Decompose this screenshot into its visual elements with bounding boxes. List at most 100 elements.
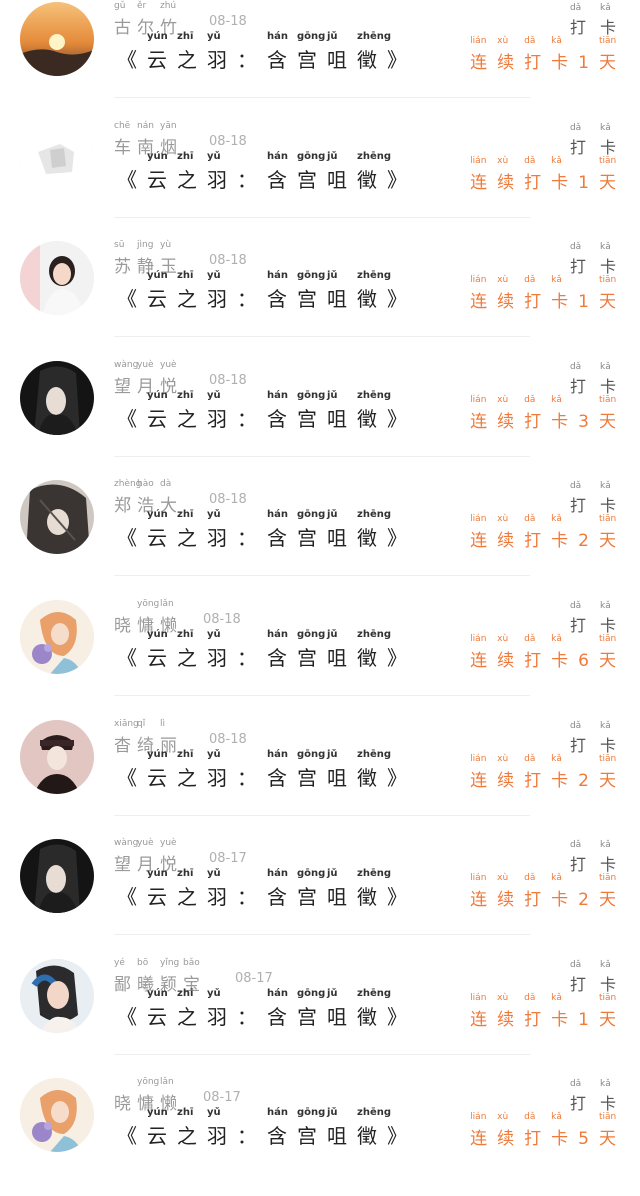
streak-pinyin: lián bbox=[470, 514, 487, 524]
label-pinyin: dǎ bbox=[569, 123, 582, 133]
anime-avatar bbox=[20, 480, 94, 554]
label-char: 打 bbox=[569, 975, 586, 994]
streak-text: lián 连 xù 续 dǎ 打 kǎ 卡 6 tiān 天 bbox=[460, 634, 616, 671]
user-avatar[interactable] bbox=[20, 839, 94, 913]
title-char: 宫 bbox=[297, 287, 317, 311]
title-char: 之 bbox=[177, 287, 197, 311]
title-pinyin: jǔ bbox=[327, 31, 338, 42]
title-pinyin: yún bbox=[147, 1107, 168, 1118]
user-avatar[interactable] bbox=[20, 2, 94, 76]
label-char: 卡 bbox=[599, 257, 616, 276]
checkin-row[interactable]: xiāng 杳 qǐ 绮 lì 丽 08-18 《 yún 云 zhī 之 yǔ 羽： hán 含 gōng 宫 j… bbox=[0, 718, 640, 838]
title-char: 之 bbox=[177, 766, 197, 790]
title-pinyin: gōng bbox=[297, 31, 326, 42]
checkin-date: 08-18 bbox=[209, 253, 247, 268]
name-char: 古 bbox=[114, 18, 131, 38]
label-char: 打 bbox=[569, 496, 586, 515]
checkin-row[interactable]: wàng 望 yuè 月 yuè 悦 08-17 《 yún 云 zhī 之 yǔ 羽： hán 含 gōng 宫… bbox=[0, 837, 640, 957]
title-char: 《 bbox=[117, 1005, 137, 1029]
user-avatar[interactable] bbox=[20, 241, 94, 315]
streak-text: lián 连 xù 续 dǎ 打 kǎ 卡 3 tiān 天 bbox=[460, 395, 616, 432]
name-char: 苏 bbox=[114, 257, 131, 277]
streak-days: 1 bbox=[578, 292, 589, 312]
checkin-date: 08-17 bbox=[209, 851, 247, 866]
book-title[interactable]: 《 yún 云 zhī 之 yǔ 羽 ： hán 含 gōng 宫 jǔ 咀 zhēng 徵》 bbox=[117, 988, 417, 1030]
streak-text: lián 连 xù 续 dǎ 打 kǎ 卡 5 tiān 天 bbox=[460, 1112, 616, 1149]
checkin-row[interactable]: 晓 yōng 慵 lǎn 懒 08-18 《 yún 云 zhī 之 yǔ 羽： hán 含 gōng 宫 jǔ 咀… bbox=[0, 598, 640, 718]
title-char: 《 bbox=[117, 526, 137, 550]
title-pinyin: zhī bbox=[177, 749, 194, 760]
streak-char: 连 bbox=[470, 412, 488, 432]
streak-pinyin: dǎ bbox=[524, 395, 536, 405]
row-divider bbox=[114, 217, 530, 218]
user-avatar[interactable] bbox=[20, 122, 94, 196]
name-pinyin: yuè bbox=[160, 838, 177, 848]
user-avatar[interactable] bbox=[20, 600, 94, 674]
streak-days: 3 bbox=[578, 412, 589, 432]
streak-pinyin: dǎ bbox=[524, 634, 536, 644]
title-char: 咀 bbox=[327, 766, 347, 790]
checkin-row[interactable]: 晓 yōng 慵 lǎn 懒 08-17 《 yún 云 zhī 之 yǔ 羽： hán 含 gōng 宫 jǔ 咀… bbox=[0, 1076, 640, 1196]
streak-pinyin: xù bbox=[497, 36, 509, 46]
streak-char: 连 bbox=[470, 771, 488, 791]
streak-char: 打 bbox=[524, 292, 542, 312]
title-pinyin: zhēng bbox=[357, 868, 391, 879]
checkin-row[interactable]: chē 车 nán 南 yān 烟 08-18 《 yún 云 zhī 之 yǔ 羽： hán 含 gōng 宫 j… bbox=[0, 120, 640, 240]
checkin-date: 08-18 bbox=[209, 373, 247, 388]
checkin-row[interactable]: sū 苏 jìng 静 yù 玉 08-18 《 yún 云 zhī 之 yǔ 羽： hán 含 gōng 宫 jǔ… bbox=[0, 239, 640, 359]
user-avatar[interactable] bbox=[20, 480, 94, 554]
title-char: 含 bbox=[267, 766, 287, 790]
book-title[interactable]: 《 yún 云 zhī 之 yǔ 羽 ： hán 含 gōng 宫 jǔ 咀 zhēng 徵》 bbox=[117, 509, 417, 551]
streak-pinyin: lián bbox=[470, 36, 487, 46]
book-title[interactable]: 《 yún 云 zhī 之 yǔ 羽 ： hán 含 gōng 宫 jǔ 咀 zhēng 徵》 bbox=[117, 1107, 417, 1149]
checkin-row[interactable]: zhèng 郑 hào 浩 dà 大 08-18 《 yún 云 zhī 之 yǔ 羽： hán 含 gōng 宫… bbox=[0, 478, 640, 598]
streak-pinyin: kǎ bbox=[551, 873, 562, 883]
label-pinyin: dǎ bbox=[569, 960, 582, 970]
title-char: ： bbox=[237, 526, 257, 550]
label-char: 打 bbox=[569, 1094, 586, 1113]
title-char: 羽 bbox=[207, 287, 227, 311]
streak-days: 6 bbox=[578, 651, 589, 671]
streak-pinyin: tiān bbox=[599, 1112, 617, 1122]
title-pinyin: yún bbox=[147, 988, 168, 999]
title-pinyin: zhēng bbox=[357, 31, 391, 42]
label-char: 打 bbox=[569, 257, 586, 276]
streak-pinyin: tiān bbox=[599, 395, 617, 405]
book-title[interactable]: 《 yún 云 zhī 之 yǔ 羽 ： hán 含 gōng 宫 jǔ 咀 zhēng 徵》 bbox=[117, 749, 417, 791]
title-pinyin: zhī bbox=[177, 868, 194, 879]
title-pinyin: zhī bbox=[177, 390, 194, 401]
streak-pinyin: lián bbox=[470, 275, 487, 285]
streak-pinyin: xù bbox=[497, 395, 509, 405]
title-char: 羽 bbox=[207, 48, 227, 72]
streak-pinyin: dǎ bbox=[524, 873, 536, 883]
streak-pinyin: xù bbox=[497, 993, 509, 1003]
user-avatar[interactable] bbox=[20, 959, 94, 1033]
checkin-row[interactable]: wàng 望 yuè 月 yuè 悦 08-18 《 yún 云 zhī 之 yǔ 羽： hán 含 gōng 宫… bbox=[0, 359, 640, 479]
title-pinyin: gōng bbox=[297, 629, 326, 640]
title-pinyin: zhī bbox=[177, 270, 194, 281]
title-pinyin: hán bbox=[267, 988, 288, 999]
streak-pinyin: dǎ bbox=[524, 36, 536, 46]
title-char: 》 bbox=[387, 1005, 407, 1029]
title-char: 含 bbox=[267, 646, 287, 670]
label-char: 打 bbox=[569, 138, 586, 157]
title-char: 咀 bbox=[327, 646, 347, 670]
book-title[interactable]: 《 yún 云 zhī 之 yǔ 羽 ： hán 含 gōng 宫 jǔ 咀 zhēng 徵》 bbox=[117, 390, 417, 432]
book-title[interactable]: 《 yún 云 zhī 之 yǔ 羽 ： hán 含 gōng 宫 jǔ 咀 zhēng 徵》 bbox=[117, 270, 417, 312]
user-avatar[interactable] bbox=[20, 1078, 94, 1152]
book-title[interactable]: 《 yún 云 zhī 之 yǔ 羽 ： hán 含 gōng 宫 jǔ 咀 zhēng 徵》 bbox=[117, 151, 417, 193]
title-char: 之 bbox=[177, 885, 197, 909]
title-char: 云 bbox=[147, 766, 167, 790]
checkin-row[interactable]: gǔ 古 ěr 尔 zhú 竹 08-18 《 yún 云 zhī 之 yǔ 羽： hán 含 gōng 宫 jǔ 咀… bbox=[0, 0, 640, 120]
name-pinyin: lì bbox=[160, 719, 166, 729]
user-avatar[interactable] bbox=[20, 720, 94, 794]
title-char: 羽 bbox=[207, 646, 227, 670]
book-title[interactable]: 《 yún 云 zhī 之 yǔ 羽 ： hán 含 gōng 宫 jǔ 咀 zhēng 徵》 bbox=[117, 31, 417, 73]
book-title[interactable]: 《 yún 云 zhī 之 yǔ 羽 ： hán 含 gōng 宫 jǔ 咀 zhēng 徵》 bbox=[117, 629, 417, 671]
streak-text: lián 连 xù 续 dǎ 打 kǎ 卡 1 tiān 天 bbox=[460, 993, 616, 1030]
title-char: 宫 bbox=[297, 407, 317, 431]
streak-char: 打 bbox=[524, 1129, 542, 1149]
checkin-row[interactable]: yé 鄙 bō 曦 yǐng 颖 bǎo 宝 08-17 《 yún 云 zhī 之 yǔ 羽： hán 含 gōn… bbox=[0, 957, 640, 1077]
user-avatar[interactable] bbox=[20, 361, 94, 435]
book-title[interactable]: 《 yún 云 zhī 之 yǔ 羽 ： hán 含 gōng 宫 jǔ 咀 zhēng 徵》 bbox=[117, 868, 417, 910]
